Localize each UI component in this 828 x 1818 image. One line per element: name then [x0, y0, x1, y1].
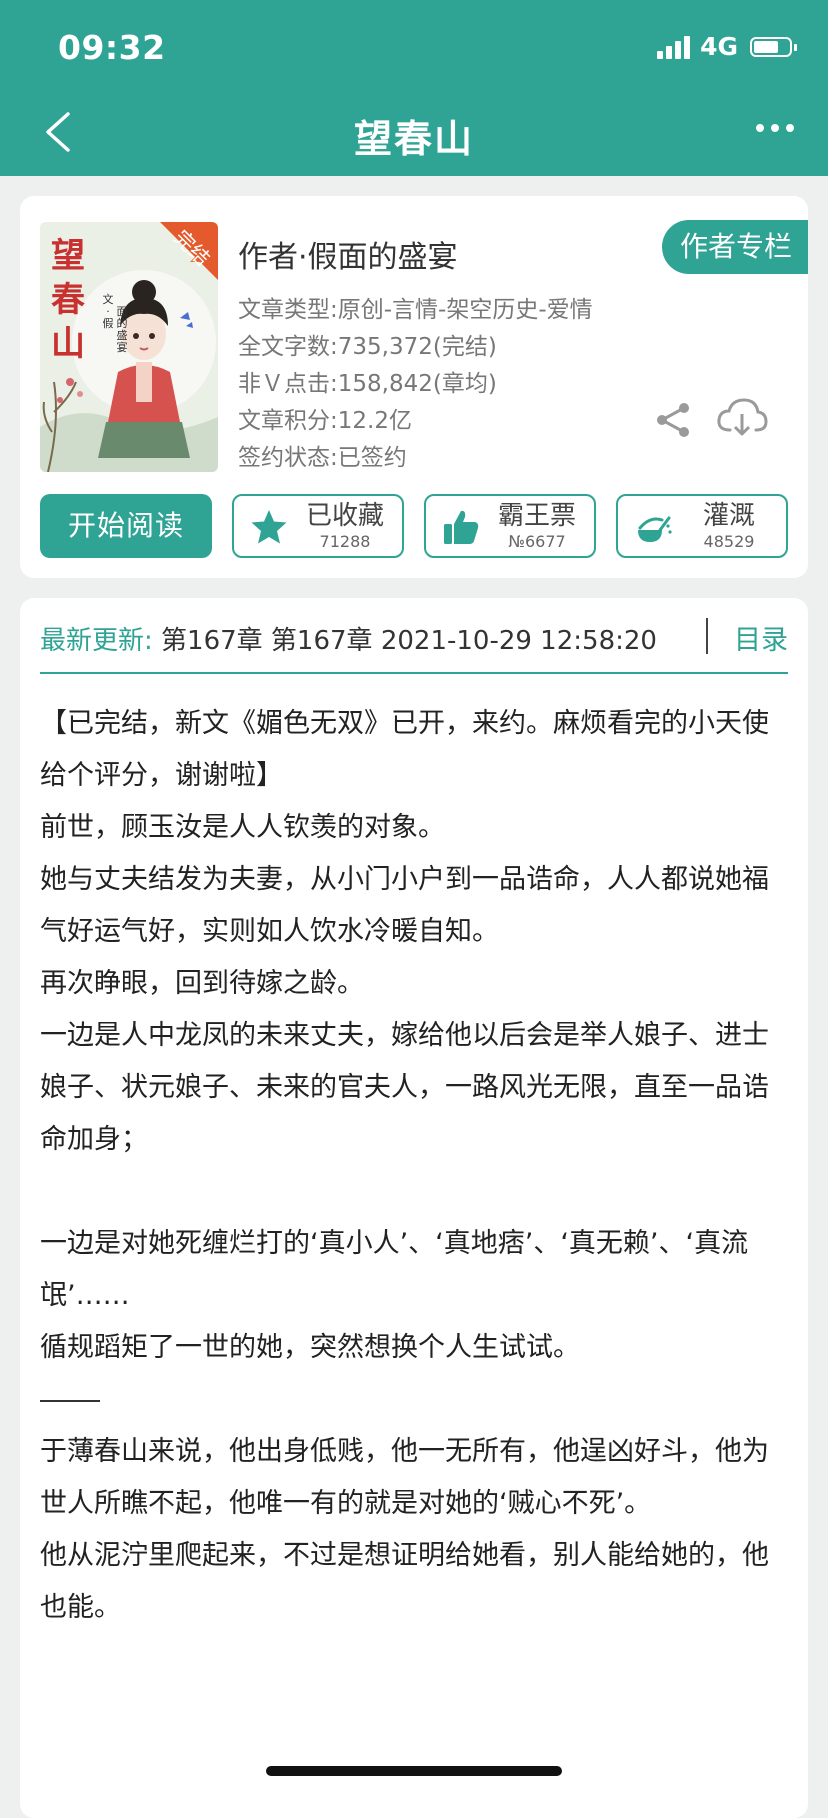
vote-count: №6677 [508, 532, 566, 551]
favorite-button[interactable]: 已收藏 71288 [232, 494, 404, 558]
favorite-count: 71288 [319, 532, 371, 551]
meta-clicks: 非Ｖ点击:158,842(章均) [238, 371, 497, 397]
cover-title: 望春山 [51, 236, 85, 364]
toc-separator [706, 618, 708, 654]
water-button[interactable]: 灌溉 48529 [616, 494, 788, 558]
intro-paragraph: 于薄春山来说，他出身低贱，他一无所有，他逞凶好斗，他为世人所瞧不起，他唯一有的就… [40, 1436, 769, 1519]
author-name[interactable]: 作者·假面的盛宴 [238, 232, 458, 276]
more-dots-icon [756, 124, 794, 132]
star-icon [251, 510, 287, 544]
cover-subtitle: 文 · 假 [102, 293, 114, 330]
table-of-contents-link[interactable]: 目录 [734, 620, 788, 662]
intro-paragraph: 一边是对她死缠烂打的‘真小人’、‘真地痞’、‘真无赖’、‘真流氓’…… [40, 1228, 749, 1311]
latest-update-text: 第167章 第167章 2021-10-29 12:58:20 [161, 626, 657, 656]
meta-type: 文章类型:原创-言情-架空历史-爱情 [238, 297, 593, 323]
start-reading-button[interactable]: 开始阅读 [40, 494, 212, 558]
intro-paragraph: 再次睁眼，回到待嫁之龄。 [40, 968, 364, 999]
intro-paragraph: 她与丈夫结发为夫妻，从小门小户到一品诰命，人人都说她福气好运气好，实则如人饮水冷… [40, 864, 769, 947]
status-time: 09:32 [58, 28, 166, 67]
book-cover[interactable]: 完结 望春山 文 · 假 面的盛宴 [40, 222, 218, 472]
section-dash [40, 1400, 100, 1402]
intro-paragraph: 他从泥泞里爬起来，不过是想证明给她看，别人能给她的，他也能。 [40, 1540, 769, 1623]
network-type: 4G [700, 32, 738, 61]
intro-paragraph: 一边是人中龙凤的未来丈夫，嫁给他以后会是举人娘子、进士娘子、状元娘子、未来的官夫… [40, 1020, 769, 1155]
home-indicator [266, 1766, 562, 1776]
app-header: 09:32 4G 望春山 [0, 0, 828, 176]
thumbs-up-icon [444, 510, 479, 544]
action-row: 开始阅读 已收藏 71288 霸王票 №6677 灌溉 48529 [40, 494, 788, 558]
divider [40, 672, 788, 674]
status-indicators: 4G [657, 32, 797, 61]
book-info-card: 完结 望春山 文 · 假 面的盛宴 作者·假面的盛宴 作者专栏 文章类型:原创-言情… [20, 196, 808, 578]
meta-sign-status: 签约状态:已签约 [238, 445, 407, 471]
more-button[interactable] [756, 124, 794, 132]
author-column-button[interactable]: 作者专栏 [661, 220, 808, 274]
water-label: 灌溉 [702, 501, 755, 531]
water-count: 48529 [703, 532, 755, 551]
meta-score: 文章积分:12.2亿 [238, 408, 412, 434]
latest-update[interactable]: 最新更新: 第167章 第167章 2021-10-29 12:58:20 [40, 620, 788, 670]
book-meta: 文章类型:原创-言情-架空历史-爱情 全文字数:735,372(完结) 非Ｖ点击… [238, 292, 593, 477]
battery-icon [750, 36, 797, 57]
vote-button[interactable]: 霸王票 №6677 [424, 494, 596, 558]
cover-subtitle-2: 面的盛宴 [116, 305, 128, 354]
page-title: 望春山 [353, 117, 474, 161]
intro-paragraph: 前世，顾玉汝是人人钦羡的对象。 [40, 812, 445, 843]
meta-word-count: 全文字数:735,372(完结) [238, 334, 497, 360]
share-icon[interactable] [654, 400, 694, 440]
latest-update-label: 最新更新: [40, 626, 153, 656]
intro-card: 最新更新: 第167章 第167章 2021-10-29 12:58:20 目录… [20, 598, 808, 1818]
vote-label: 霸王票 [497, 501, 576, 531]
intro-paragraph: 循规蹈矩了一世的她，突然想换个人生试试。 [40, 1332, 580, 1363]
favorite-label: 已收藏 [305, 501, 384, 531]
download-cloud-icon[interactable] [716, 396, 768, 440]
book-intro: 【已完结，新文《媚色无双》已开，来约。麻烦看完的小天使给个评分，谢谢啦】 前世，… [40, 698, 788, 1634]
watering-can-icon [638, 516, 672, 542]
signal-icon [657, 35, 691, 59]
intro-paragraph: 【已完结，新文《媚色无双》已开，来约。麻烦看完的小天使给个评分，谢谢啦】 [40, 708, 769, 791]
